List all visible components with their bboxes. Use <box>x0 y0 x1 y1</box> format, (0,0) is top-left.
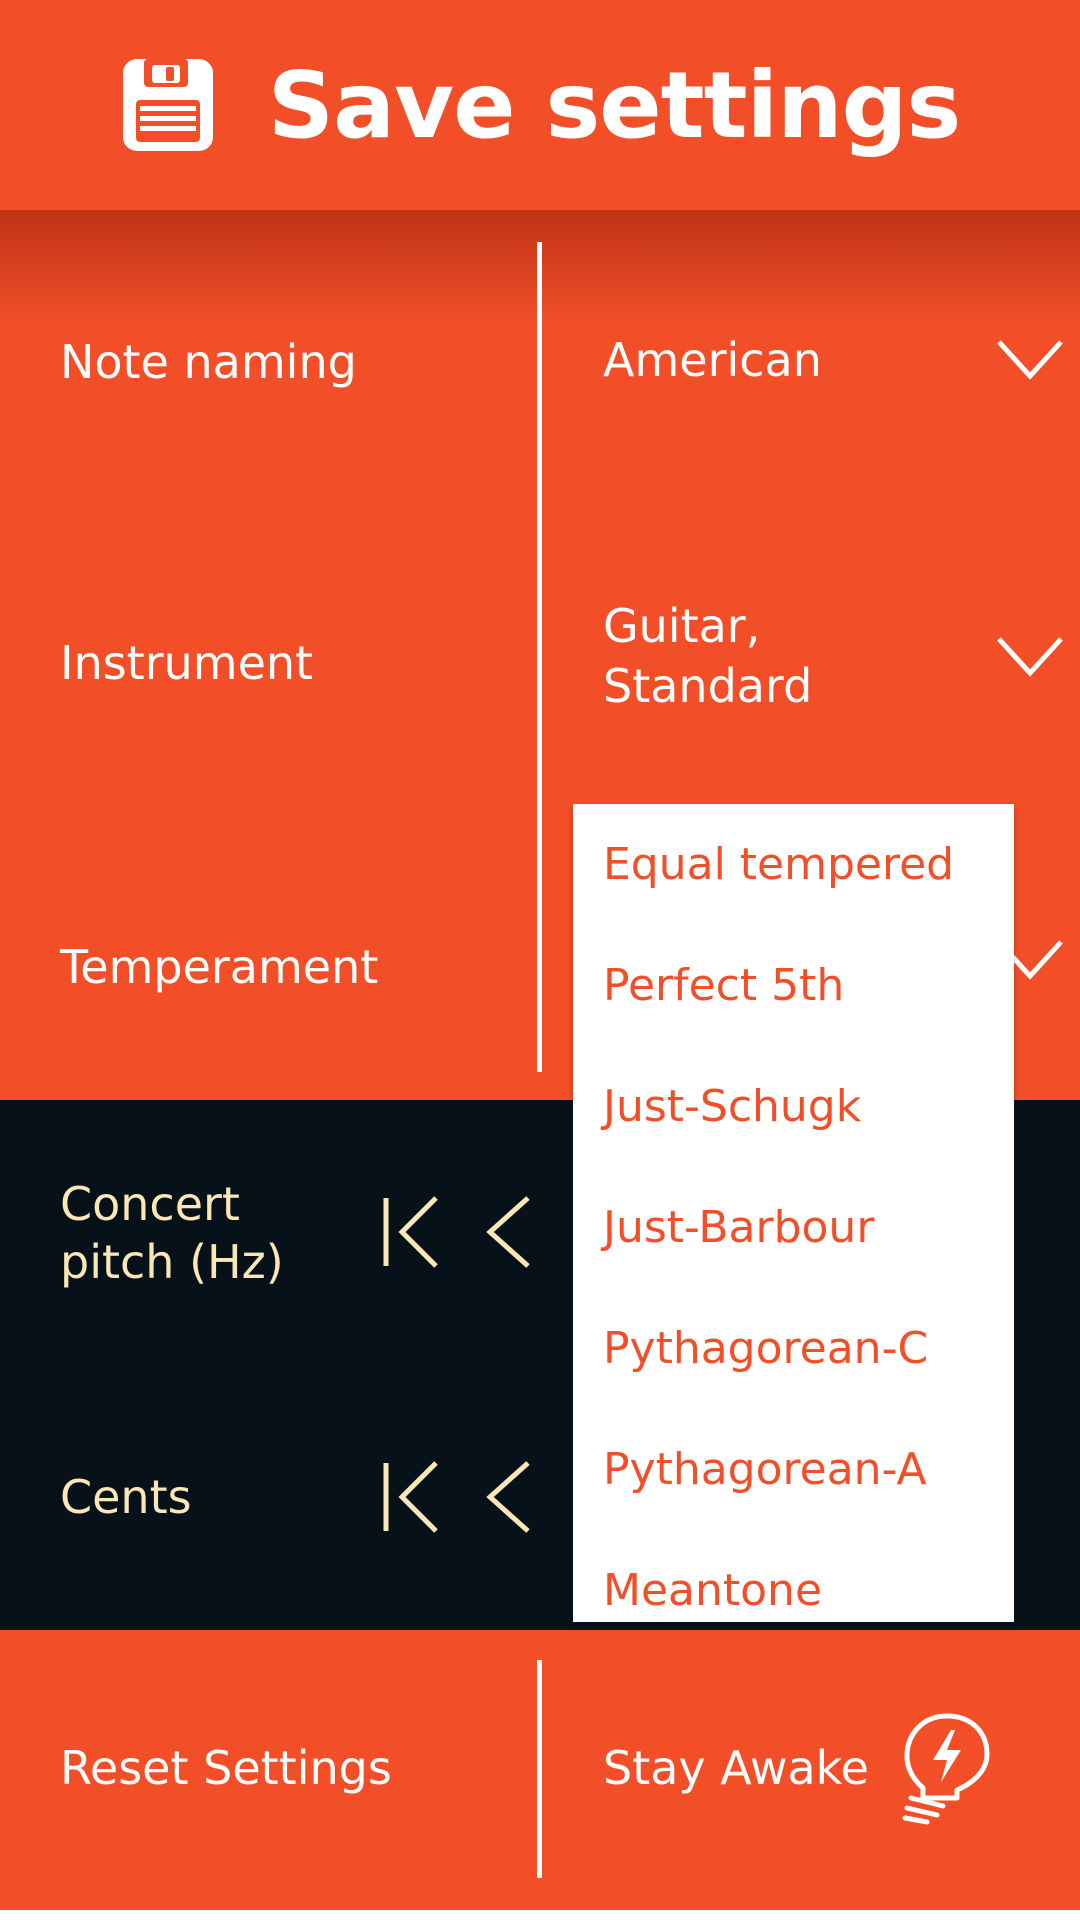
page-title: Save settings <box>267 51 961 159</box>
floppy-disk-icon[interactable] <box>120 56 216 154</box>
note-naming-label: Note naming <box>60 335 357 389</box>
instrument-value-line2: Standard <box>603 659 813 713</box>
instrument-chevron-down-icon[interactable] <box>995 635 1065 679</box>
cents-jump-first-icon[interactable] <box>380 1459 440 1535</box>
cents-decrease-icon[interactable] <box>484 1459 532 1535</box>
bottom-edge <box>0 1910 1080 1920</box>
concert-pitch-jump-first-icon[interactable] <box>380 1194 440 1270</box>
concert-pitch-label-line1: Concert <box>60 1177 240 1231</box>
temperament-option[interactable]: Pythagorean-A <box>573 1409 1014 1530</box>
temperament-option[interactable]: Just-Barbour <box>573 1167 1014 1288</box>
concert-pitch-label-line2: pitch (Hz) <box>60 1235 284 1289</box>
concert-pitch-decrease-icon[interactable] <box>484 1194 532 1270</box>
instrument-value[interactable]: Guitar, Standard <box>603 596 963 716</box>
settings-divider <box>537 242 542 1072</box>
instrument-value-line1: Guitar, <box>603 599 761 653</box>
actions-divider <box>537 1660 542 1878</box>
temperament-option[interactable]: Meantone <box>573 1530 1014 1622</box>
note-naming-chevron-down-icon[interactable] <box>995 338 1065 382</box>
lightbulb-icon[interactable] <box>897 1710 997 1825</box>
temperament-option[interactable]: Perfect 5th <box>573 925 1014 1046</box>
temperament-option[interactable]: Equal tempered <box>573 804 1014 925</box>
cents-label: Cents <box>60 1470 192 1524</box>
instrument-label: Instrument <box>60 636 314 690</box>
temperament-option[interactable]: Just-Schugk <box>573 1046 1014 1167</box>
temperament-dropdown[interactable]: Equal tempered Perfect 5th Just-Schugk J… <box>573 804 1014 1622</box>
temperament-option[interactable]: Pythagorean-C <box>573 1288 1014 1409</box>
reset-settings-button[interactable]: Reset Settings <box>60 1738 392 1798</box>
temperament-label: Temperament <box>60 940 379 994</box>
note-naming-value[interactable]: American <box>603 330 963 390</box>
stay-awake-button[interactable]: Stay Awake <box>603 1738 869 1798</box>
header-bar: Save settings <box>0 0 1080 210</box>
concert-pitch-label: Concert pitch (Hz) <box>60 1175 284 1291</box>
